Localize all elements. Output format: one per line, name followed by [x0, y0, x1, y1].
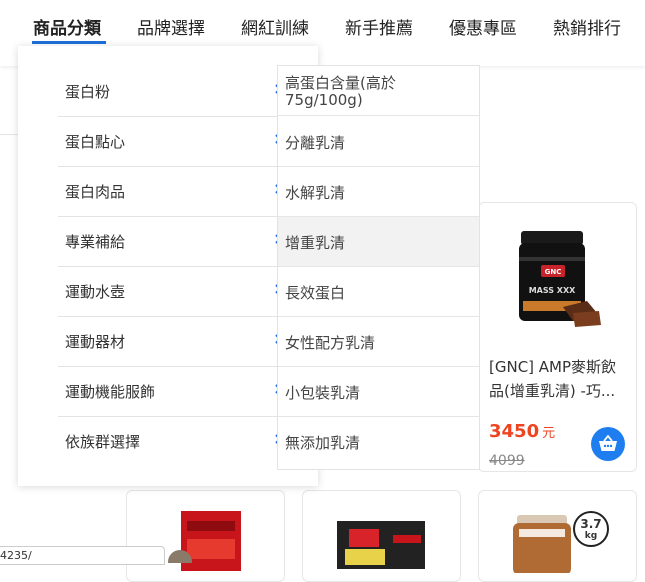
subcategory-label: 無添加乳清: [285, 434, 361, 452]
nav-tab-deals[interactable]: 優惠專區: [449, 14, 517, 39]
nav-tab-categories[interactable]: 商品分類: [33, 14, 101, 39]
product-card[interactable]: 3.7 kg: [478, 490, 637, 582]
category-item-water-bottles[interactable]: 運動水壺: [58, 266, 295, 317]
weight-badge-unit: kg: [584, 531, 598, 541]
subcategory-item-isolate-whey[interactable]: 分離乳清: [278, 117, 479, 167]
category-item-by-group[interactable]: 依族群選擇: [58, 416, 295, 466]
category-item-protein-powder[interactable]: 蛋白粉: [58, 66, 295, 117]
product-image[interactable]: [511, 513, 573, 573]
price-value: 3450: [489, 421, 540, 442]
nav-tab-beginner-picks[interactable]: 新手推薦: [345, 14, 413, 39]
product-card[interactable]: GNC MASS XXX [GNC] AMP麥斯飲品(增重乳清) -巧... 3…: [478, 202, 637, 472]
category-item-protein-snacks[interactable]: 蛋白點心: [58, 116, 295, 167]
category-label: 依族群選擇: [65, 433, 141, 451]
nav-tab-brands[interactable]: 品牌選擇: [137, 14, 205, 39]
product-price: 3450 元: [489, 421, 555, 442]
subcategory-item-womens-whey[interactable]: 女性配方乳清: [278, 317, 479, 367]
weight-badge: 3.7 kg: [573, 511, 609, 547]
active-tab-indicator: [32, 41, 106, 44]
subcategory-label: 小包裝乳清: [285, 384, 361, 402]
category-label: 運動機能服飾: [65, 383, 156, 401]
subcategory-menu: 高蛋白含量(高於75g/100g) 分離乳清 水解乳清 增重乳清 長效蛋白 女性…: [277, 65, 480, 470]
svg-text:GNC: GNC: [545, 268, 562, 276]
category-label: 蛋白點心: [65, 133, 126, 151]
subcategory-label: 高蛋白含量(高於75g/100g): [285, 74, 396, 109]
svg-text:MASS XXX: MASS XXX: [529, 286, 576, 295]
original-price: 4099: [489, 453, 525, 469]
category-item-sports-equipment[interactable]: 運動器材: [58, 316, 295, 367]
product-card[interactable]: [126, 490, 285, 582]
category-menu: 蛋白粉 蛋白點心 蛋白肉品 專業補給 運動水壺 運動器材 運動機能服飾 依族群選…: [18, 46, 318, 486]
weight-badge-value: 3.7: [580, 517, 602, 531]
category-item-protein-meat[interactable]: 蛋白肉品: [58, 166, 295, 217]
product-image[interactable]: [337, 519, 427, 569]
subcategory-label: 分離乳清: [285, 134, 346, 152]
add-to-cart-button[interactable]: [591, 427, 625, 461]
subcategory-item-no-additive-whey[interactable]: 無添加乳清: [278, 417, 479, 466]
category-label: 運動器材: [65, 333, 126, 351]
subcategory-label: 女性配方乳清: [285, 334, 376, 352]
subcategory-label: 長效蛋白: [285, 284, 346, 302]
category-label: 運動水壺: [65, 283, 126, 301]
nav-tab-bestsellers[interactable]: 熱銷排行: [553, 14, 621, 39]
status-url: 4235/: [0, 546, 165, 565]
subcategory-item-high-protein[interactable]: 高蛋白含量(高於75g/100g): [278, 66, 479, 116]
shopping-basket-icon: [599, 435, 617, 451]
category-label: 專業補給: [65, 233, 126, 251]
subcategory-item-sustained-protein[interactable]: 長效蛋白: [278, 267, 479, 317]
subcategory-item-small-pack-whey[interactable]: 小包裝乳清: [278, 367, 479, 417]
price-unit: 元: [542, 426, 556, 441]
divider: [0, 134, 20, 135]
subcategory-item-hydrolyzed-whey[interactable]: 水解乳清: [278, 167, 479, 217]
product-image[interactable]: GNC MASS XXX: [501, 221, 613, 331]
subcategory-label: 水解乳清: [285, 184, 346, 202]
product-card[interactable]: [302, 490, 461, 582]
product-title[interactable]: [GNC] AMP麥斯飲品(增重乳清) -巧...: [489, 355, 629, 403]
category-label: 蛋白肉品: [65, 183, 126, 201]
nav-tab-influencer-training[interactable]: 網紅訓練: [241, 14, 309, 39]
subcategory-label: 增重乳清: [285, 234, 346, 252]
subcategory-item-mass-gainer[interactable]: 增重乳清: [278, 217, 479, 267]
product-image[interactable]: [165, 548, 195, 563]
category-label: 蛋白粉: [65, 83, 111, 101]
category-item-pro-supplements[interactable]: 專業補給: [58, 216, 295, 267]
category-item-sportswear[interactable]: 運動機能服飾: [58, 366, 295, 417]
